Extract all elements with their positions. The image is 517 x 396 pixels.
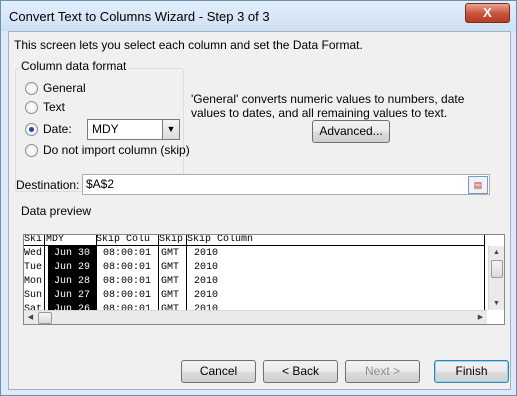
- preview-cell: 08:00:01: [103, 262, 152, 273]
- text-label: Text: [43, 100, 66, 114]
- preview-cell: 08:00:01: [103, 276, 152, 287]
- horizontal-scroll-thumb[interactable]: [38, 312, 52, 324]
- window-title: Convert Text to Columns Wizard - Step 3 …: [9, 9, 270, 24]
- preview-cell: 08:00:01: [103, 290, 152, 301]
- preview-cell: Sun: [24, 290, 43, 301]
- preview-header[interactable]: Ski: [24, 235, 42, 247]
- preview-cell: Jun 29: [54, 262, 91, 273]
- preview-cell: Jun 30: [54, 248, 91, 259]
- column-divider[interactable]: [484, 235, 485, 313]
- preview-cell: GMT: [161, 262, 180, 273]
- destination-value: $A$2: [86, 177, 115, 191]
- preview-cell: Mon: [24, 276, 43, 287]
- vertical-scroll-thumb[interactable]: [491, 260, 503, 278]
- general-label: General: [43, 81, 86, 95]
- preview-header[interactable]: Skip Column: [187, 235, 253, 247]
- cancel-button[interactable]: Cancel: [181, 360, 256, 383]
- close-button[interactable]: X: [465, 3, 510, 23]
- preview-cell: Jun 27: [54, 290, 91, 301]
- next-button[interactable]: Next >: [345, 360, 420, 383]
- advanced-button[interactable]: Advanced...: [312, 120, 390, 143]
- scroll-right-icon[interactable]: ▶: [474, 311, 487, 324]
- preview-cell: GMT: [161, 248, 180, 259]
- skip-radio[interactable]: [25, 143, 38, 157]
- collapse-dialog-icon[interactable]: ▤: [468, 176, 488, 194]
- date-format-select[interactable]: MDY ▼: [87, 119, 180, 140]
- preview-cell: GMT: [161, 290, 180, 301]
- preview-cell: Wed: [24, 248, 43, 259]
- title-bar: Convert Text to Columns Wizard - Step 3 …: [1, 1, 516, 31]
- dialog-body: This screen lets you select each column …: [8, 31, 511, 390]
- scroll-left-icon[interactable]: ◀: [24, 311, 37, 324]
- back-button[interactable]: < Back: [263, 360, 338, 383]
- data-preview-legend: Data preview: [21, 204, 92, 218]
- scroll-up-icon[interactable]: ▲: [490, 246, 503, 259]
- preview-cell: GMT: [161, 276, 180, 287]
- date-option[interactable]: Date:: [25, 121, 72, 137]
- preview-header[interactable]: Skip: [159, 235, 183, 247]
- preview-cell: 2010: [194, 276, 219, 287]
- preview-cell: 2010: [194, 248, 219, 259]
- preview-header[interactable]: Skip Colu: [96, 235, 150, 247]
- destination-label: Destination:: [16, 178, 80, 192]
- format-info-text: 'General' converts numeric values to num…: [191, 92, 465, 120]
- chevron-down-icon[interactable]: ▼: [162, 120, 179, 139]
- skip-label: Do not import column (skip): [43, 143, 190, 157]
- data-preview-grid[interactable]: Ski MDY Skip Colu Skip Skip Column Wed J…: [23, 234, 505, 325]
- column-divider[interactable]: [44, 235, 45, 313]
- preview-cell: Jun 28: [54, 276, 91, 287]
- preview-cell: 08:00:01: [103, 248, 152, 259]
- instructions-text: This screen lets you select each column …: [14, 38, 363, 52]
- text-option[interactable]: Text: [25, 99, 65, 115]
- preview-cell: 2010: [194, 262, 219, 273]
- preview-cell: Tue: [24, 262, 43, 273]
- scroll-down-icon[interactable]: ▼: [490, 297, 503, 310]
- general-option[interactable]: General: [25, 80, 86, 96]
- wizard-dialog: Convert Text to Columns Wizard - Step 3 …: [0, 0, 517, 396]
- text-radio[interactable]: [25, 100, 38, 114]
- vertical-scrollbar[interactable]: ▲ ▼: [488, 246, 504, 310]
- header-underline: [24, 245, 484, 246]
- date-format-value: MDY: [92, 122, 119, 136]
- date-radio[interactable]: [25, 122, 38, 136]
- preview-cell: 2010: [194, 290, 219, 301]
- skip-option[interactable]: Do not import column (skip): [25, 142, 190, 158]
- date-label: Date:: [43, 122, 72, 136]
- column-format-legend: Column data format: [19, 59, 129, 73]
- finish-button[interactable]: Finish: [434, 360, 509, 383]
- general-radio[interactable]: [25, 81, 38, 95]
- preview-header[interactable]: MDY: [46, 235, 64, 247]
- destination-input[interactable]: $A$2 ▤: [82, 174, 490, 195]
- horizontal-scrollbar[interactable]: ◀ ▶: [24, 310, 487, 324]
